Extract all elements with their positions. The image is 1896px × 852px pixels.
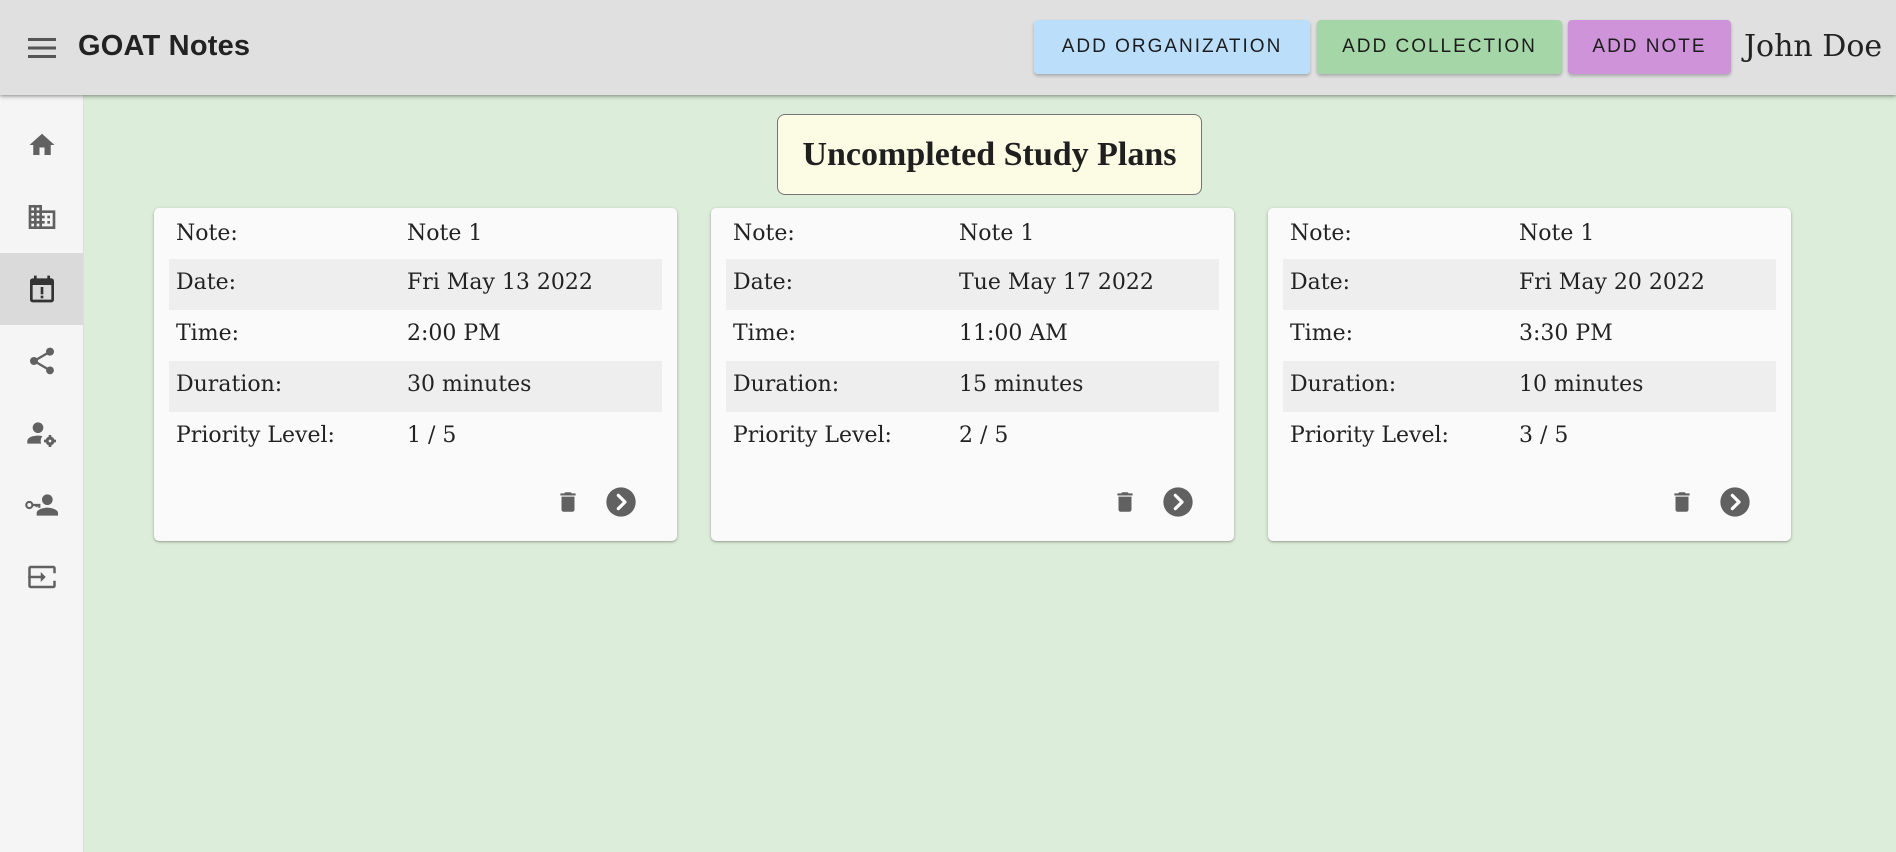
card-row-date: Date: Fri May 20 2022 (1283, 259, 1776, 310)
card-label-duration: Duration: (733, 372, 840, 397)
sidebar-item-study-plans[interactable] (0, 253, 83, 325)
card-row-note: Note: Note 1 (726, 210, 1219, 261)
sidebar-item-organizations[interactable] (0, 181, 83, 253)
card-label-time: Time: (733, 321, 797, 346)
card-label-time: Time: (1290, 321, 1354, 346)
card-row-duration: Duration: 30 minutes (169, 361, 662, 412)
card-row-note: Note: Note 1 (169, 210, 662, 261)
card-value-time: 3:30 PM (1519, 321, 1613, 346)
card-label-date: Date: (176, 270, 237, 295)
trash-icon[interactable] (551, 485, 585, 519)
sidebar-item-shared[interactable] (0, 325, 83, 397)
home-icon (26, 130, 58, 160)
chevron-right-circle-icon[interactable] (1161, 485, 1195, 519)
page-heading-box: Uncompleted Study Plans (777, 114, 1202, 195)
card-label-note: Note: (176, 221, 238, 246)
app-bar: GOAT Notes ADD ORGANIZATION ADD COLLECTI… (0, 0, 1896, 95)
sidebar-item-home[interactable] (0, 109, 83, 181)
card-label-priority: Priority Level: (733, 423, 892, 448)
card-row-date: Date: Tue May 17 2022 (726, 259, 1219, 310)
card-value-date: Fri May 20 2022 (1519, 270, 1705, 295)
calendar-alert-icon (26, 273, 58, 305)
card-value-note: Note 1 (1519, 221, 1595, 246)
user-gear-icon (25, 417, 59, 449)
study-plan-card: Note: Note 1 Date: Fri May 13 2022 Time: 2:00… (154, 208, 677, 541)
card-row-time: Time: 11:00 AM (726, 310, 1219, 361)
page-title: Uncompleted Study Plans (802, 135, 1177, 173)
card-row-note: Note: Note 1 (1283, 210, 1776, 261)
sidebar-item-user-access[interactable] (0, 469, 83, 541)
chevron-right-circle-icon[interactable] (1718, 485, 1752, 519)
card-label-duration: Duration: (176, 372, 283, 397)
card-label-note: Note: (733, 221, 795, 246)
hamburger-menu-icon[interactable] (20, 28, 64, 68)
app-title: GOAT Notes (78, 30, 251, 62)
card-value-duration: 10 minutes (1519, 372, 1644, 397)
sidebar-item-logout[interactable] (0, 541, 83, 613)
card-value-time: 2:00 PM (407, 321, 501, 346)
card-value-time: 11:00 AM (959, 321, 1068, 346)
card-label-date: Date: (733, 270, 794, 295)
card-value-date: Tue May 17 2022 (959, 270, 1154, 295)
add-note-button[interactable]: ADD NOTE (1568, 20, 1731, 74)
card-row-time: Time: 3:30 PM (1283, 310, 1776, 361)
exit-icon (27, 561, 57, 593)
card-label-date: Date: (1290, 270, 1351, 295)
card-value-duration: 30 minutes (407, 372, 532, 397)
card-row-time: Time: 2:00 PM (169, 310, 662, 361)
card-label-priority: Priority Level: (176, 423, 335, 448)
study-plan-card: Note: Note 1 Date: Tue May 17 2022 Time: 11:0… (711, 208, 1234, 541)
building-icon (26, 201, 58, 233)
card-value-priority: 2 / 5 (959, 423, 1009, 448)
add-organization-button[interactable]: ADD ORGANIZATION (1034, 20, 1310, 74)
card-label-time: Time: (176, 321, 240, 346)
card-row-date: Date: Fri May 13 2022 (169, 259, 662, 310)
sidebar-item-user-settings[interactable] (0, 397, 83, 469)
card-value-priority: 1 / 5 (407, 423, 457, 448)
card-row-duration: Duration: 10 minutes (1283, 361, 1776, 412)
chevron-right-circle-icon[interactable] (604, 485, 638, 519)
sidebar (0, 95, 84, 852)
card-value-note: Note 1 (407, 221, 483, 246)
trash-icon[interactable] (1108, 485, 1142, 519)
share-icon (26, 345, 58, 377)
card-row-priority: Priority Level: 2 / 5 (726, 412, 1219, 463)
card-row-priority: Priority Level: 1 / 5 (169, 412, 662, 463)
user-key-icon (24, 489, 60, 521)
add-collection-button[interactable]: ADD COLLECTION (1317, 20, 1562, 74)
card-row-priority: Priority Level: 3 / 5 (1283, 412, 1776, 463)
study-plan-card: Note: Note 1 Date: Fri May 20 2022 Time: 3:30… (1268, 208, 1791, 541)
card-value-duration: 15 minutes (959, 372, 1084, 397)
card-value-note: Note 1 (959, 221, 1035, 246)
card-value-date: Fri May 13 2022 (407, 270, 593, 295)
card-label-note: Note: (1290, 221, 1352, 246)
card-label-duration: Duration: (1290, 372, 1397, 397)
user-name[interactable]: John Doe (1744, 29, 1882, 64)
card-row-duration: Duration: 15 minutes (726, 361, 1219, 412)
card-value-priority: 3 / 5 (1519, 423, 1569, 448)
trash-icon[interactable] (1665, 485, 1699, 519)
card-label-priority: Priority Level: (1290, 423, 1449, 448)
